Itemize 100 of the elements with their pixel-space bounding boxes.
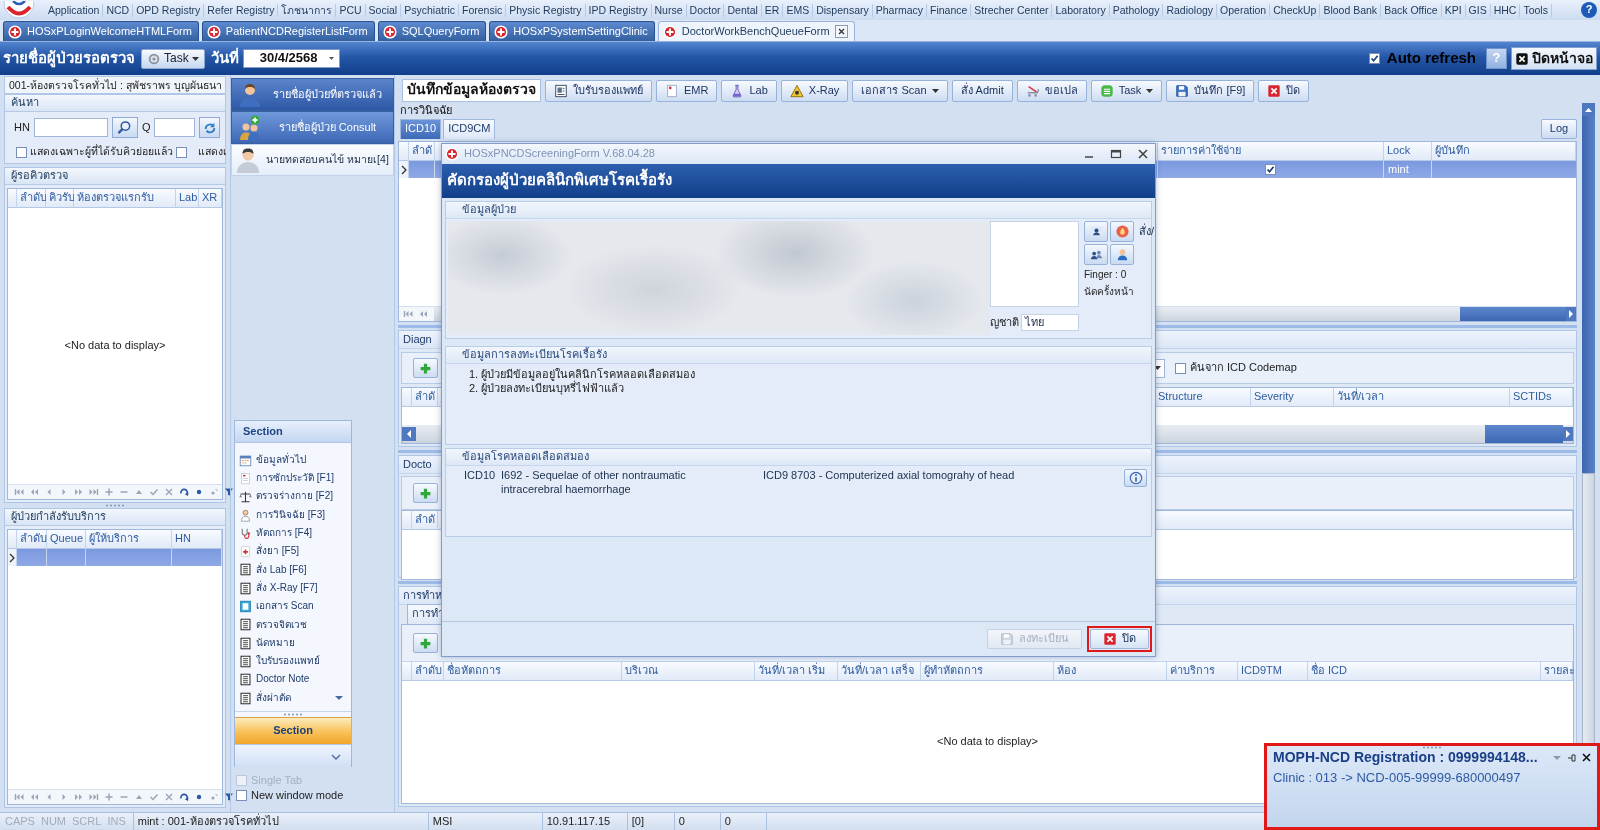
- menu-item[interactable]: Laboratory: [1052, 3, 1110, 17]
- last-record-icon[interactable]: [89, 792, 99, 802]
- refresh-button[interactable]: [199, 117, 221, 138]
- grip-icon[interactable]: [106, 504, 124, 507]
- toolbar-button[interactable]: ใบรับรองแพทย์: [545, 79, 652, 102]
- previous-page-icon[interactable]: [418, 309, 428, 319]
- checkbox[interactable]: [1368, 53, 1380, 64]
- first-record-icon[interactable]: [14, 487, 24, 497]
- previous-page-icon[interactable]: [29, 487, 39, 497]
- section-item[interactable]: Doctor Note: [239, 670, 351, 689]
- section-button[interactable]: Section: [235, 717, 351, 744]
- section-item[interactable]: สั่งผ่าตัด: [239, 688, 351, 708]
- menu-item[interactable]: Social: [365, 3, 402, 17]
- refresh-icon[interactable]: [179, 792, 189, 802]
- document-tab[interactable]: PatientNCDRegisterListForm: [201, 21, 375, 41]
- date-field[interactable]: 30/4/2568: [242, 49, 340, 68]
- menu-item[interactable]: Refer Registry: [204, 3, 279, 17]
- table-row[interactable]: [8, 549, 222, 566]
- previous-page-icon[interactable]: [29, 792, 39, 802]
- caret-icon[interactable]: [1553, 755, 1561, 760]
- collapse-bar[interactable]: [235, 744, 351, 769]
- section-item[interactable]: สั่ง Lab [F6]: [239, 560, 351, 580]
- right-arrow-icon[interactable]: [1566, 307, 1576, 321]
- check-icon[interactable]: [149, 487, 159, 497]
- add-button[interactable]: [413, 483, 438, 503]
- menu-item[interactable]: ER: [761, 3, 784, 17]
- menu-item[interactable]: Blood Bank: [1320, 3, 1382, 17]
- close-icon[interactable]: [1582, 753, 1591, 763]
- pin-icon[interactable]: [1567, 752, 1576, 763]
- dot-icon[interactable]: [209, 487, 219, 497]
- menu-item[interactable]: Operation: [1217, 3, 1271, 17]
- menu-item[interactable]: EMS: [783, 3, 814, 17]
- toolbar-button[interactable]: X-Ray: [780, 79, 849, 102]
- person-button[interactable]: [1110, 244, 1134, 265]
- menu-item[interactable]: OPD Registry: [133, 3, 205, 17]
- grip-icon[interactable]: [1423, 746, 1441, 749]
- checkbox[interactable]: [236, 790, 247, 801]
- hn-field[interactable]: [33, 118, 108, 137]
- nav-group-button[interactable]: รายชื่อผู้ป่วยที่ตรวจแล้ว: [231, 78, 394, 111]
- document-tab[interactable]: SQLQueryForm: [377, 21, 487, 41]
- section-item[interactable]: ใบรับรองแพทย์: [239, 652, 351, 671]
- task-button[interactable]: Task: [141, 48, 205, 69]
- menu-item[interactable]: HHC: [1490, 3, 1521, 17]
- cross-icon[interactable]: [164, 487, 174, 497]
- menu-item[interactable]: CheckUp: [1270, 3, 1321, 17]
- scrollbar-thumb[interactable]: [1460, 307, 1566, 321]
- dot-icon[interactable]: [194, 792, 204, 802]
- toolbar-button[interactable]: Task: [1090, 79, 1163, 102]
- section-item[interactable]: ตรวจจิตเวช: [239, 615, 351, 634]
- tab[interactable]: ICD9CM: [443, 119, 496, 139]
- help-button[interactable]: ?: [1581, 2, 1597, 18]
- section-item[interactable]: สั่งยา [F5]: [239, 542, 351, 561]
- menu-item[interactable]: KPI: [1441, 3, 1466, 17]
- menu-item[interactable]: Application: [45, 3, 104, 17]
- menu-item[interactable]: Psychiatric: [401, 3, 459, 17]
- first-record-icon[interactable]: [403, 309, 413, 319]
- menu-item[interactable]: Dental: [724, 3, 762, 17]
- maximize-icon[interactable]: [1110, 148, 1122, 160]
- next-page-icon[interactable]: [74, 792, 84, 802]
- check-icon[interactable]: [149, 792, 159, 802]
- toolbar-button[interactable]: EMR: [656, 79, 718, 102]
- q-field[interactable]: [154, 118, 196, 137]
- toolbar-button[interactable]: ปิด: [1258, 79, 1310, 102]
- document-tab[interactable]: DoctorWorkBenchQueueForm: [657, 21, 855, 41]
- add-button[interactable]: [413, 358, 438, 378]
- close-icon[interactable]: [834, 25, 848, 38]
- menu-item[interactable]: Pharmacy: [872, 3, 927, 17]
- checkbox[interactable]: [176, 146, 187, 158]
- toolbar-button[interactable]: บันทึก [F9]: [1166, 79, 1255, 102]
- dot-icon[interactable]: [209, 792, 219, 802]
- plus-icon[interactable]: [104, 487, 114, 497]
- toolbar-button[interactable]: ขอเปล: [1016, 79, 1087, 102]
- info-button[interactable]: [1124, 469, 1147, 487]
- next-page-icon[interactable]: [74, 487, 84, 497]
- dialog-button[interactable]: ปิด: [1090, 629, 1149, 649]
- menu-item[interactable]: Forensic: [458, 3, 507, 17]
- search-button[interactable]: [111, 117, 138, 138]
- person-card-button[interactable]: [1084, 221, 1108, 242]
- filter-icon[interactable]: [224, 792, 234, 802]
- last-record-icon[interactable]: [89, 487, 99, 497]
- close-screen-button[interactable]: ปิดหน้าจอ: [1511, 47, 1597, 70]
- cross-icon[interactable]: [164, 792, 174, 802]
- document-tab[interactable]: HOSxPSystemSettingClinic: [489, 21, 655, 41]
- menu-item[interactable]: Tools: [1520, 3, 1552, 17]
- section-item[interactable]: หัตถการ [F4]: [239, 524, 351, 543]
- close-icon[interactable]: [1137, 148, 1149, 160]
- menu-item[interactable]: Radiology: [1163, 3, 1218, 17]
- first-record-icon[interactable]: [14, 792, 24, 802]
- toolbar-button[interactable]: สั่ง Admit: [951, 79, 1013, 102]
- section-item[interactable]: สั่ง X-Ray [F7]: [239, 579, 351, 598]
- people-button[interactable]: [1084, 244, 1108, 265]
- scroll-down-icon[interactable]: [335, 696, 343, 700]
- scrollbar-thumb[interactable]: [1485, 425, 1563, 443]
- menu-item[interactable]: Doctor: [686, 3, 725, 17]
- nationality-field[interactable]: ไทย: [1021, 314, 1079, 331]
- menu-item[interactable]: Nurse: [651, 3, 687, 17]
- right-arrow-icon[interactable]: [1563, 427, 1573, 441]
- nav-group-button[interactable]: รายชื่อผู้ป่วย Consult: [231, 111, 394, 144]
- section-item[interactable]: การซักประวัติ [F1]: [239, 469, 351, 488]
- menu-item[interactable]: NCD: [103, 3, 134, 17]
